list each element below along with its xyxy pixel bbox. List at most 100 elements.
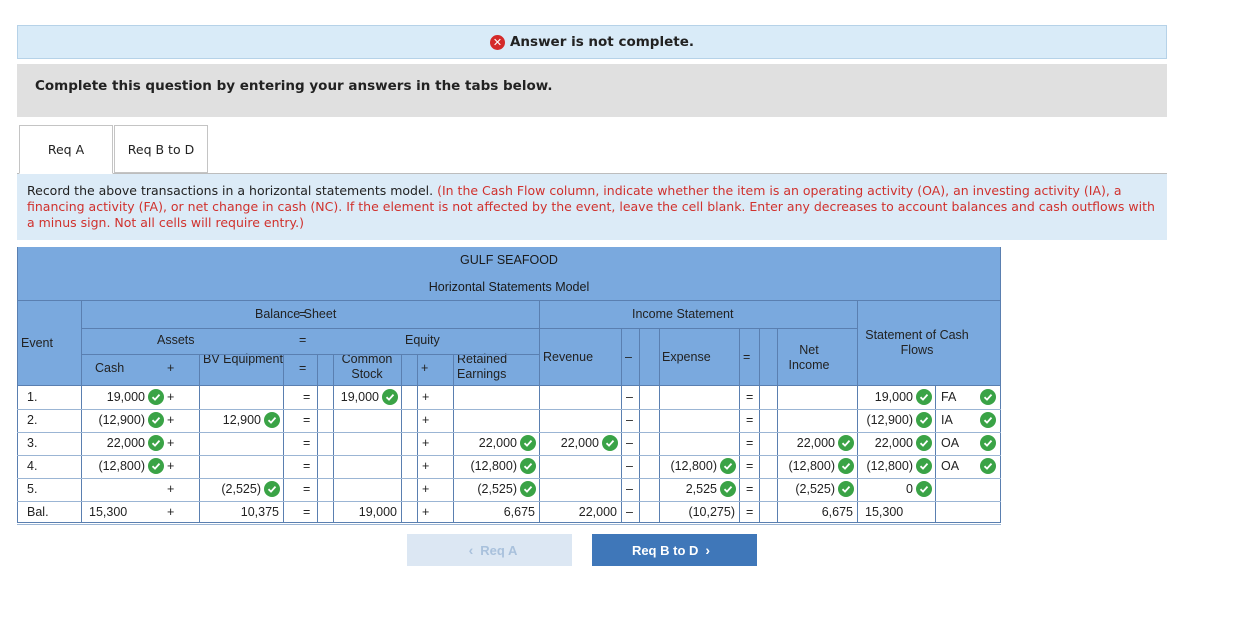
plus-header: + <box>167 361 175 375</box>
cf-correct-check-icon <box>916 389 932 405</box>
equals-sign: = <box>303 390 311 404</box>
chevron-right-icon: › <box>705 542 711 558</box>
plus-sign: + <box>422 505 430 519</box>
event-label: 5. <box>27 482 38 496</box>
cash-flows-header: Statement of Cash Flows <box>865 328 969 357</box>
cf-correct-check-icon <box>916 458 932 474</box>
exp-value-cell[interactable]: (10,275) <box>659 505 739 519</box>
prev-req-a-button[interactable]: ‹ Req A <box>407 534 572 566</box>
cash-correct-check-icon <box>148 412 164 428</box>
minus-header: – <box>625 350 632 364</box>
rev-value-cell[interactable]: 22,000 <box>539 505 621 519</box>
cash-correct-check-icon <box>148 435 164 451</box>
tab-bar: Req A Req B to D <box>17 125 1167 174</box>
revenue-header: Revenue <box>543 350 594 364</box>
event-label: 3. <box>27 436 38 450</box>
next-button-label: Req B to D <box>631 542 699 558</box>
equals-sign: = <box>303 413 311 427</box>
exp-correct-check-icon <box>720 458 736 474</box>
cash-value-cell[interactable]: 15,300 <box>81 505 167 519</box>
tab-req-b-to-d[interactable]: Req B to D <box>114 125 208 173</box>
re-correct-check-icon <box>520 481 536 497</box>
description-plain: Record the above transactions in a horiz… <box>27 183 438 198</box>
cash-flow-type-value[interactable]: FA <box>941 390 956 404</box>
income-statement-header: Income Statement <box>632 307 734 321</box>
minus-sign: – <box>626 413 633 427</box>
cash-flow-type-value[interactable]: OA <box>941 459 959 473</box>
retained-earnings-header: Retained Earnings <box>457 352 508 381</box>
common-stock-header: Common Stock <box>341 352 393 381</box>
equals-header: = <box>299 361 307 375</box>
bs-equals-sign-mid: = <box>299 333 307 347</box>
bs-equals-sign-top: = <box>299 307 307 321</box>
cf-value-cell[interactable]: 15,300 <box>857 505 935 519</box>
rev-correct-check-icon <box>602 435 618 451</box>
model-subtitle: Horizontal Statements Model <box>17 274 1001 300</box>
event-label: 2. <box>27 413 38 427</box>
ni-value-cell[interactable]: 6,675 <box>777 505 857 519</box>
cash-flow-type-value[interactable]: IA <box>941 413 953 427</box>
question-description: Record the above transactions in a horiz… <box>17 174 1167 240</box>
row-correct-check-icon <box>980 389 996 405</box>
equals-sign: = <box>746 413 754 427</box>
cs-correct-check-icon <box>382 389 398 405</box>
prev-button-label: Req A <box>480 542 518 558</box>
exp-correct-check-icon <box>720 481 736 497</box>
re-value-cell[interactable]: 6,675 <box>453 505 539 519</box>
equals-sign: = <box>746 459 754 473</box>
plus-sign: + <box>422 390 430 404</box>
plus-sign: + <box>422 459 430 473</box>
ni-correct-check-icon <box>838 435 854 451</box>
cash-correct-check-icon <box>148 458 164 474</box>
equals-sign: = <box>303 505 311 519</box>
plus-sign: + <box>167 436 175 450</box>
tab-req-a[interactable]: Req A <box>19 125 113 174</box>
re-correct-check-icon <box>520 435 536 451</box>
minus-sign: – <box>626 436 633 450</box>
balance-sheet-header: Balance Sheet <box>255 307 337 321</box>
plus-sign: + <box>422 436 430 450</box>
plus-sign: + <box>167 505 175 519</box>
row-correct-check-icon <box>980 458 996 474</box>
equals-header-is: = <box>743 350 751 364</box>
cash-header: Cash <box>95 361 125 375</box>
bv-correct-check-icon <box>264 412 280 428</box>
equals-sign: = <box>746 505 754 519</box>
row-correct-check-icon <box>980 435 996 451</box>
minus-sign: – <box>626 482 633 496</box>
equals-sign: = <box>303 459 311 473</box>
equals-sign: = <box>303 436 311 450</box>
equals-sign: = <box>303 482 311 496</box>
expense-header: Expense <box>662 350 711 364</box>
equity-header: Equity <box>405 333 440 347</box>
chevron-left-icon: ‹ <box>468 542 474 558</box>
plus-sign: + <box>422 413 430 427</box>
cash-correct-check-icon <box>148 389 164 405</box>
equals-sign: = <box>746 482 754 496</box>
bv-value-cell[interactable]: 10,375 <box>199 505 283 519</box>
instruction-text: Complete this question by entering your … <box>35 78 553 94</box>
plus-sign: + <box>167 482 175 496</box>
minus-sign: – <box>626 459 633 473</box>
cf-correct-check-icon <box>916 435 932 451</box>
cash-flow-type-value[interactable]: OA <box>941 436 959 450</box>
event-header: Event <box>21 336 53 350</box>
event-label: 1. <box>27 390 38 404</box>
next-req-b-to-d-button[interactable]: Req B to D › <box>592 534 757 566</box>
cs-value-cell[interactable]: 19,000 <box>333 505 401 519</box>
error-x-icon: ✕ <box>489 34 505 50</box>
answer-status-text: Answer is not complete. <box>509 34 694 50</box>
plus-sign: + <box>167 459 175 473</box>
ni-correct-check-icon <box>838 481 854 497</box>
event-label: 4. <box>27 459 38 473</box>
net-income-header: Net Income <box>788 343 830 372</box>
plus-sign: + <box>167 390 175 404</box>
answer-status-banner: ✕ Answer is not complete. <box>17 25 1167 59</box>
plus-sign: + <box>167 413 175 427</box>
ni-correct-check-icon <box>838 458 854 474</box>
re-correct-check-icon <box>520 458 536 474</box>
minus-sign: – <box>626 505 633 519</box>
company-name: GULF SEAFOOD <box>17 247 1001 274</box>
cf-correct-check-icon <box>916 481 932 497</box>
minus-sign: – <box>626 390 633 404</box>
